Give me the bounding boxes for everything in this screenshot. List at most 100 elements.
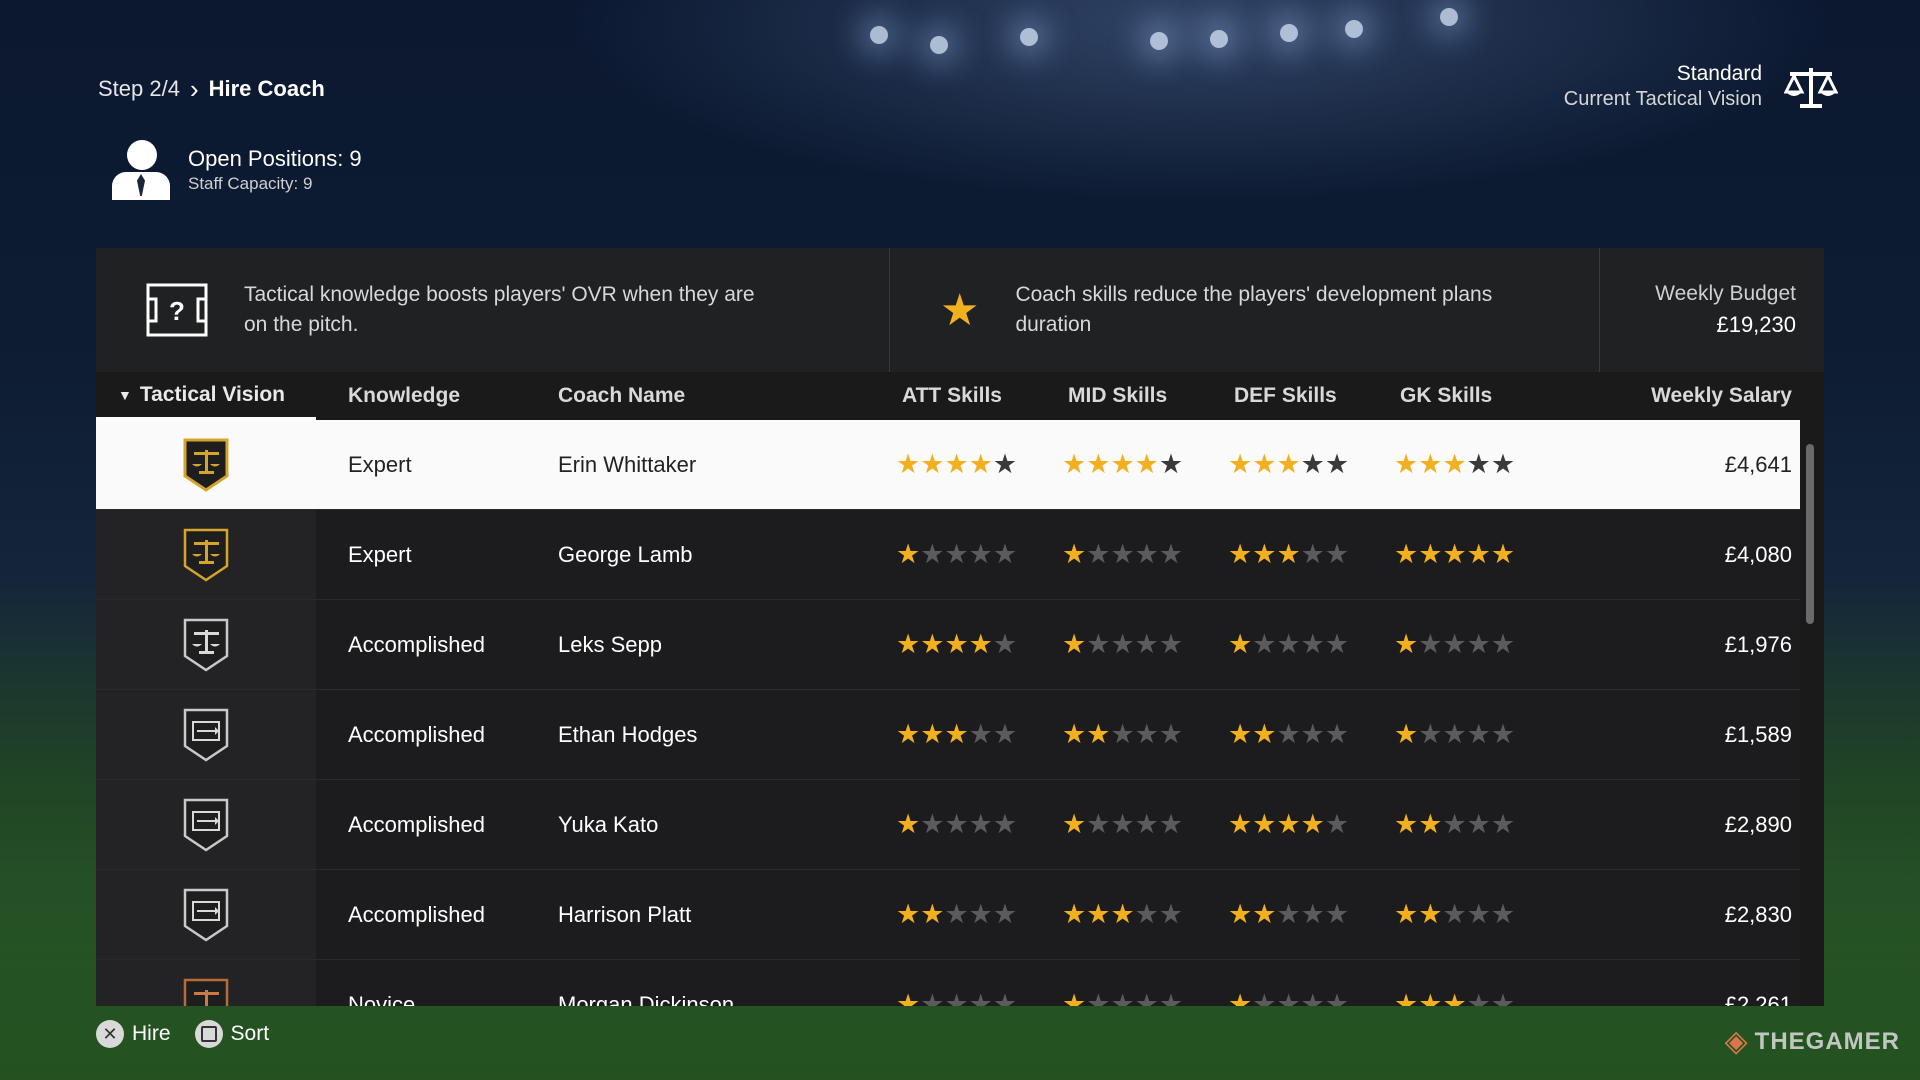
star-empty-icon: ★ [1110, 809, 1135, 839]
star-empty-icon: ★ [968, 989, 993, 1006]
scrollbar[interactable] [1806, 444, 1814, 624]
table-row[interactable]: Accomplished Ethan Hodges ★ ★ ★ ★ ★ ★ ★ ★ ★ ★ ★ ★… [96, 690, 1800, 780]
tactical-vision-subtitle: Current Tactical Vision [1563, 88, 1762, 110]
def-skills-stars: ★ ★ ★ ★ ★ [1228, 510, 1349, 599]
star-empty-icon: ★ [1324, 719, 1350, 749]
star-empty-icon: ★ [1490, 989, 1516, 1006]
breadcrumb: Step 2/4 › Hire Coach [98, 76, 325, 102]
star-filled-icon: ★ [1228, 449, 1253, 479]
star-filled-icon: ★ [920, 719, 945, 749]
star-filled-icon: ★ [920, 629, 945, 659]
star-empty-icon: ★ [968, 809, 993, 839]
star-empty-icon: ★ [1158, 809, 1184, 839]
star-empty-icon: ★ [1134, 989, 1159, 1006]
coach-name-cell: Leks Sepp [558, 631, 662, 657]
star-filled-icon: ★ [1418, 989, 1443, 1006]
star-filled-icon: ★ [920, 899, 945, 929]
column-def-skills[interactable]: DEF Skills [1234, 372, 1337, 420]
column-tactical-vision-label: Tactical Vision [139, 382, 285, 406]
star-empty-icon: ★ [1490, 629, 1516, 659]
att-skills-stars: ★ ★ ★ ★ ★ [896, 510, 1017, 599]
column-coach-name[interactable]: Coach Name [558, 372, 685, 420]
star-empty-icon: ★ [1300, 989, 1325, 1006]
star-empty-icon: ★ [1418, 719, 1443, 749]
star-filled-icon: ★ [1394, 539, 1419, 569]
star-empty-icon: ★ [1442, 809, 1467, 839]
coach-list: Expert Erin Whittaker ★ ★ ★ ★ ★ ★ ★ ★ ★ ★ ★ ★ ★ ★ ★ … [96, 420, 1800, 1006]
star-empty-icon: ★ [1466, 809, 1491, 839]
star-empty-icon: ★ [1086, 629, 1111, 659]
column-tactical-vision[interactable]: ▼ Tactical Vision [96, 372, 316, 420]
star-filled-icon: ★ [1394, 449, 1419, 479]
column-gk-skills[interactable]: GK Skills [1400, 372, 1492, 420]
star-empty-icon: ★ [1276, 899, 1301, 929]
cross-button-icon: ✕ [96, 1020, 124, 1048]
weekly-budget-label: Weekly Budget [1655, 282, 1796, 305]
star-empty-icon: ★ [1300, 629, 1325, 659]
column-knowledge[interactable]: Knowledge [348, 372, 460, 420]
hire-label: Hire [132, 1022, 171, 1045]
hire-button[interactable]: ✕ Hire [96, 1020, 171, 1048]
star-filled-icon: ★ [1252, 899, 1277, 929]
star-empty-icon: ★ [920, 809, 945, 839]
column-mid-skills[interactable]: MID Skills [1068, 372, 1167, 420]
star-filled-icon: ★ [1418, 449, 1443, 479]
table-row[interactable]: Accomplished Leks Sepp ★ ★ ★ ★ ★ ★ ★ ★ ★ ★ ★ ★ ★ ★ ★… [96, 600, 1800, 690]
table-row[interactable]: Expert Erin Whittaker ★ ★ ★ ★ ★ ★ ★ ★ ★ ★ ★ ★ ★ ★ ★ … [96, 420, 1800, 510]
star-filled-icon: ★ [896, 989, 921, 1006]
def-skills-stars: ★ ★ ★ ★ ★ [1228, 960, 1349, 1006]
star-empty-icon: ★ [1466, 719, 1491, 749]
star-empty-icon: ★ [1442, 719, 1467, 749]
star-empty-icon: ★ [1134, 539, 1159, 569]
star-filled-icon: ★ [968, 449, 993, 479]
star-empty-icon: ★ [1490, 449, 1516, 479]
star-empty-icon: ★ [1466, 899, 1491, 929]
star-empty-icon: ★ [1300, 899, 1325, 929]
star-filled-icon: ★ [1442, 989, 1467, 1006]
svg-text:?: ? [169, 296, 185, 326]
sort-button[interactable]: Sort [194, 1020, 269, 1048]
table-row[interactable]: Expert George Lamb ★ ★ ★ ★ ★ ★ ★ ★ ★ ★ ★ ★ ★ ★ ★ ★ ★ ★… [96, 510, 1800, 600]
coach-name-cell: George Lamb [558, 541, 693, 567]
star-empty-icon: ★ [1324, 899, 1350, 929]
table-row[interactable]: Novice Morgan Dickinson ★ ★ ★ ★ ★ ★ ★ ★ ★ ★ ★ ★ ★ ★… [96, 960, 1800, 1006]
star-filled-icon: ★ [1276, 449, 1301, 479]
star-empty-icon: ★ [1158, 989, 1184, 1006]
tactical-vision-cell [96, 420, 316, 509]
scales-badge-icon [183, 978, 229, 1006]
star-empty-icon: ★ [1134, 809, 1159, 839]
star-empty-icon: ★ [1134, 629, 1159, 659]
knowledge-cell: Novice [348, 991, 416, 1007]
weekly-budget-value: £19,230 [1716, 312, 1796, 337]
star-filled-icon: ★ [1252, 539, 1277, 569]
gk-skills-stars: ★ ★ ★ ★ ★ [1394, 870, 1515, 959]
weekly-salary-cell: £4,641 [1724, 451, 1792, 477]
tactical-vision-cell [96, 780, 316, 869]
star-filled-icon: ★ [1062, 899, 1087, 929]
page-title: Hire Coach [208, 76, 325, 101]
star-empty-icon: ★ [1490, 809, 1516, 839]
star-empty-icon: ★ [1276, 989, 1301, 1006]
star-filled-icon: ★ [920, 449, 945, 479]
table-row[interactable]: Accomplished Yuka Kato ★ ★ ★ ★ ★ ★ ★ ★ ★ ★ ★ ★ ★ ★ ★… [96, 780, 1800, 870]
watermark: ◈ THEGAMER [1725, 1024, 1900, 1059]
star-filled-icon: ★ [968, 629, 993, 659]
column-att-skills[interactable]: ATT Skills [902, 372, 1002, 420]
scales-badge-icon [183, 438, 229, 492]
table-row[interactable]: Accomplished Harrison Platt ★ ★ ★ ★ ★ ★ ★ ★ ★ ★ … [96, 870, 1800, 960]
star-empty-icon: ★ [1324, 989, 1350, 1006]
open-positions-label: Open Positions: 9 [188, 146, 362, 171]
star-filled-icon: ★ [944, 719, 969, 749]
star-filled-icon: ★ [1110, 449, 1135, 479]
star-filled-icon: ★ [1228, 809, 1253, 839]
att-skills-stars: ★ ★ ★ ★ ★ [896, 780, 1017, 869]
gk-skills-stars: ★ ★ ★ ★ ★ [1394, 780, 1515, 869]
tactical-vision-cell [96, 600, 316, 689]
tactical-vision-cell [96, 690, 316, 779]
coach-name-cell: Harrison Platt [558, 901, 692, 927]
star-filled-icon: ★ [1394, 989, 1419, 1006]
tactical-vision-cell [96, 510, 316, 599]
star-empty-icon: ★ [1490, 719, 1516, 749]
column-weekly-salary[interactable]: Weekly Salary [1651, 372, 1792, 420]
gk-skills-stars: ★ ★ ★ ★ ★ [1394, 420, 1515, 509]
